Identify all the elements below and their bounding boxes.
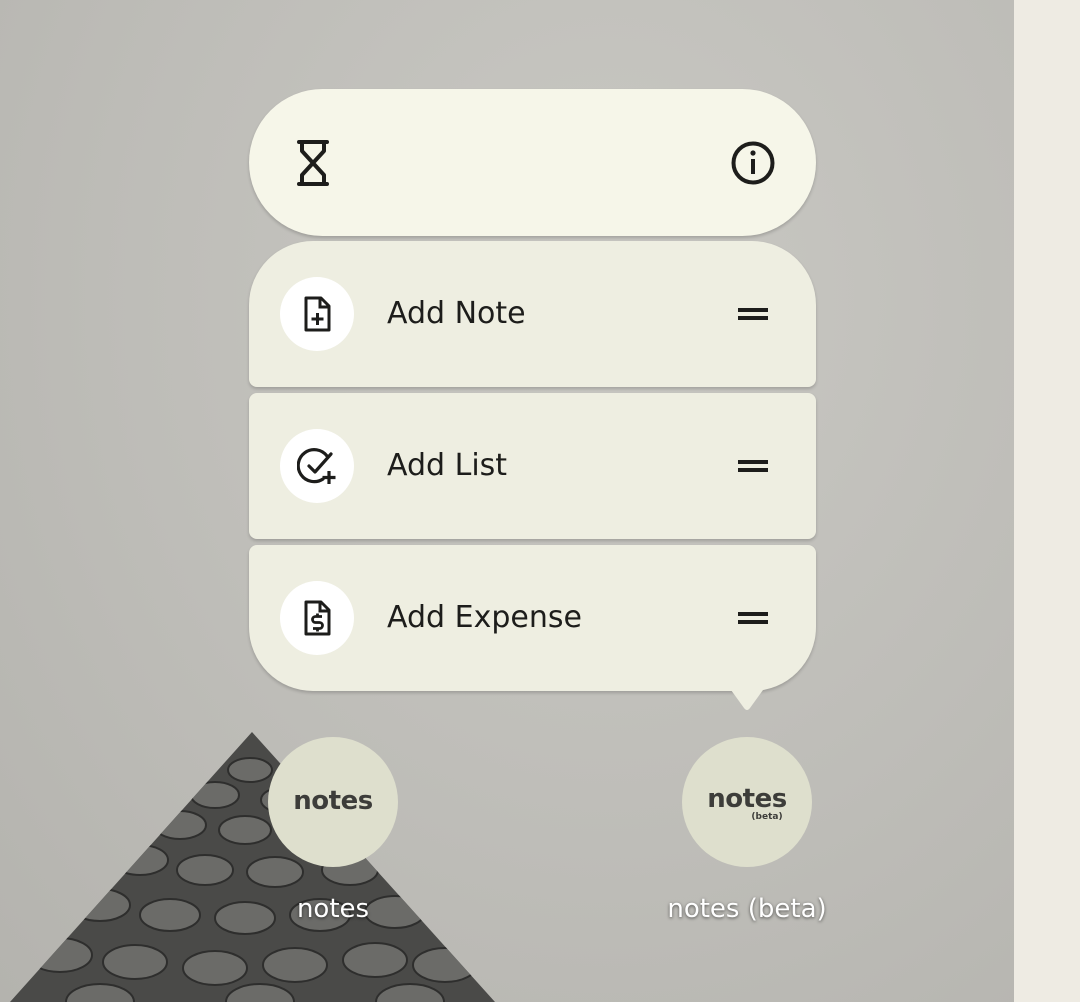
shortcut-add-expense[interactable]: Add Expense	[249, 545, 816, 691]
app-icon-wordmark: notes	[707, 784, 787, 814]
notes-app-icon[interactable]: notes	[268, 737, 398, 867]
popup-pointer	[731, 690, 763, 710]
note-add-icon	[280, 277, 354, 351]
app-icon-wordmark: notes	[293, 786, 373, 816]
shortcut-add-list[interactable]: Add List	[249, 393, 816, 539]
drag-handle-icon[interactable]	[736, 301, 770, 327]
hourglass-icon[interactable]	[293, 139, 333, 187]
add-task-icon	[280, 429, 354, 503]
notes-beta-app-icon[interactable]: notes (beta)	[682, 737, 812, 867]
expense-icon	[280, 581, 354, 655]
shortcut-label: Add List	[387, 448, 508, 483]
info-icon[interactable]	[729, 139, 777, 187]
shortcut-label: Add Expense	[387, 600, 582, 635]
shortcut-add-note[interactable]: Add Note	[249, 241, 816, 387]
shortcut-label: Add Note	[387, 296, 526, 331]
notes-app-label[interactable]: notes	[253, 894, 413, 924]
drag-handle-icon[interactable]	[736, 605, 770, 631]
right-edge-panel	[1014, 0, 1080, 1002]
drag-handle-icon[interactable]	[736, 453, 770, 479]
notes-beta-app-label[interactable]: notes (beta)	[647, 894, 847, 924]
